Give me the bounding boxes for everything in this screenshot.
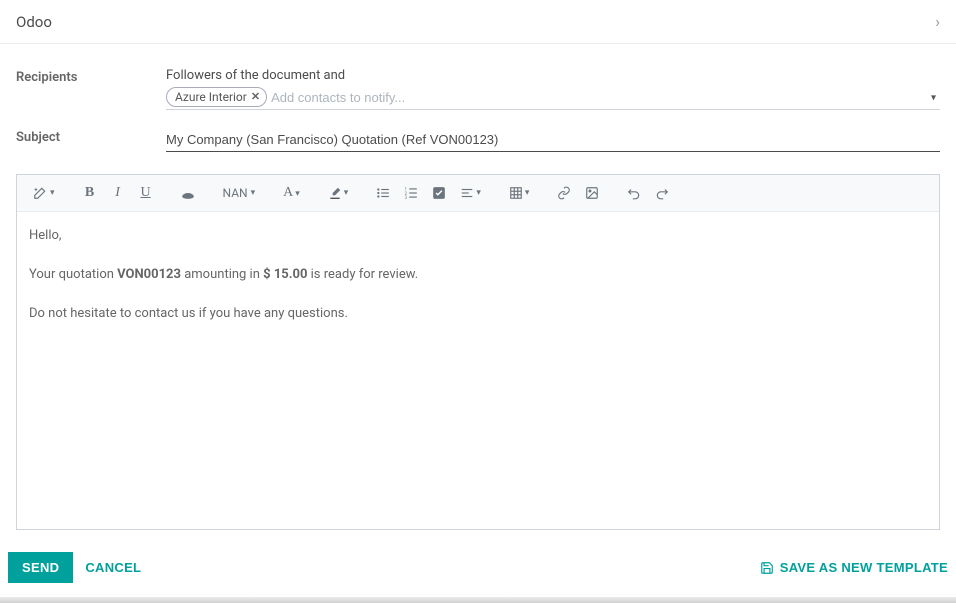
body-greeting: Hello, [29, 226, 927, 247]
subject-label: Subject [16, 128, 166, 145]
unordered-list-icon[interactable] [370, 182, 396, 204]
editor-body[interactable]: Hello, Your quotation VON00123 amounting… [17, 212, 939, 529]
checklist-icon[interactable] [426, 182, 452, 204]
modal-header: Odoo › [0, 0, 956, 44]
followers-text: Followers of the document and [166, 68, 940, 83]
recipients-value: Followers of the document and Azure Inte… [166, 68, 940, 110]
send-button[interactable]: SEND [8, 552, 73, 583]
recipients-input[interactable] [271, 88, 940, 107]
bottom-shadow [0, 597, 956, 603]
italic-icon[interactable]: I [105, 181, 131, 205]
recipients-row: Recipients Followers of the document and… [16, 68, 940, 110]
subject-input[interactable] [166, 128, 940, 152]
modal-title: Odoo [16, 13, 52, 31]
tag-remove-icon[interactable]: ✕ [251, 89, 260, 105]
recipients-input-wrap[interactable]: Azure Interior ✕ ▾ [166, 87, 940, 110]
font-size-label: NAN [223, 186, 248, 200]
recipient-tag-label: Azure Interior [175, 89, 247, 105]
body-quotation-line: Your quotation VON00123 amounting in $ 1… [29, 265, 927, 286]
compose-message-modal: Odoo › Recipients Followers of the docum… [0, 0, 956, 603]
body-closing: Do not hesitate to contact us if you hav… [29, 304, 927, 325]
ordered-list-icon[interactable]: 123 [398, 182, 424, 204]
close-icon[interactable]: › [935, 12, 940, 31]
modal-body: Recipients Followers of the document and… [0, 44, 956, 538]
undo-icon[interactable] [621, 182, 647, 204]
editor-toolbar: ▾ B I U NAN ▾ A▾ [17, 175, 939, 212]
magic-icon[interactable]: ▾ [27, 182, 61, 204]
save-template-button[interactable]: SAVE AS NEW TEMPLATE [760, 560, 948, 575]
subject-value-wrap [166, 128, 940, 152]
image-icon[interactable] [579, 182, 605, 204]
align-icon[interactable]: ▾ [454, 182, 487, 204]
editor: ▾ B I U NAN ▾ A▾ [16, 174, 940, 530]
link-icon[interactable] [551, 182, 577, 204]
underline-icon[interactable]: U [133, 181, 159, 205]
redo-icon[interactable] [649, 182, 675, 204]
clear-format-icon[interactable] [175, 182, 201, 204]
bold-icon[interactable]: B [77, 181, 103, 205]
subject-row: Subject [16, 128, 940, 152]
recipient-tag: Azure Interior ✕ [166, 87, 267, 107]
highlight-icon[interactable]: ▾ [322, 182, 355, 204]
quotation-ref: VON00123 [117, 267, 181, 282]
svg-text:3: 3 [405, 195, 408, 200]
recipients-label: Recipients [16, 68, 166, 85]
footer-left: SEND CANCEL [8, 552, 141, 583]
font-color-icon[interactable]: A▾ [277, 181, 306, 205]
font-size-selector[interactable]: NAN ▾ [217, 182, 262, 204]
modal-footer: SEND CANCEL SAVE AS NEW TEMPLATE [0, 538, 956, 597]
cancel-button[interactable]: CANCEL [85, 560, 141, 575]
quotation-amount: $ 15.00 [263, 267, 307, 282]
table-icon[interactable]: ▾ [503, 182, 536, 204]
save-icon [760, 561, 774, 575]
save-template-label: SAVE AS NEW TEMPLATE [780, 560, 948, 575]
